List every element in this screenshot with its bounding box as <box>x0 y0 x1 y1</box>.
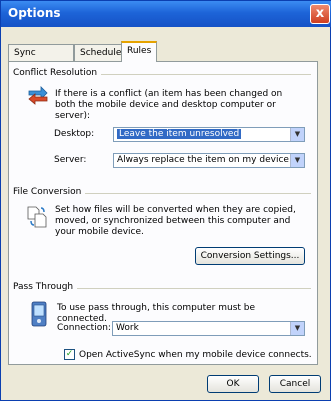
mobile-device-icon <box>31 301 47 327</box>
chevron-down-icon[interactable]: ▼ <box>290 322 304 335</box>
connection-value: Work <box>116 323 139 333</box>
conversion-description: Set how files will be converted when the… <box>55 205 296 237</box>
window-title: Options <box>8 6 61 20</box>
desktop-resolution-select[interactable]: Leave the item unresolved ▼ <box>113 127 305 142</box>
connection-label: Connection: <box>57 323 111 333</box>
chevron-down-icon[interactable]: ▼ <box>290 128 304 141</box>
conversion-settings-button[interactable]: Conversion Settings... <box>195 247 305 265</box>
close-button[interactable]: x <box>310 4 330 24</box>
file-conversion-icon <box>27 206 47 228</box>
desktop-resolution-value: Leave the item unresolved <box>117 129 242 139</box>
divider <box>75 193 311 194</box>
conflict-group-label: Conflict Resolution <box>13 68 102 78</box>
server-resolution-select[interactable]: Always replace the item on my device ▼ <box>113 153 305 168</box>
rules-panel: Conflict Resolution If there is a confli… <box>8 61 318 365</box>
ok-button[interactable]: OK <box>207 375 259 393</box>
conversion-group-label: File Conversion <box>13 187 86 197</box>
conflict-description: If there is a conflict (an item has been… <box>55 89 283 121</box>
server-label: Server: <box>54 155 87 165</box>
conflict-arrows-icon <box>28 86 48 105</box>
divider <box>87 74 311 75</box>
cancel-button[interactable]: Cancel <box>269 375 321 393</box>
title-bar[interactable]: Options x <box>1 1 331 27</box>
options-dialog: Options x Sync Options Schedule Rules Co… <box>0 0 331 401</box>
tab-schedule[interactable]: Schedule <box>74 44 122 61</box>
desktop-label: Desktop: <box>54 129 95 139</box>
connection-select[interactable]: Work ▼ <box>112 321 305 336</box>
tab-sync-options[interactable]: Sync Options <box>8 44 74 75</box>
server-resolution-value: Always replace the item on my device <box>117 155 289 165</box>
divider <box>67 288 311 289</box>
open-activesync-checkbox[interactable]: ✓ <box>64 349 75 360</box>
passthrough-group-label: Pass Through <box>13 282 78 292</box>
chevron-down-icon[interactable]: ▼ <box>290 154 304 167</box>
tab-rules[interactable]: Rules <box>121 41 157 62</box>
open-activesync-label[interactable]: Open ActiveSync when my mobile device co… <box>79 350 312 360</box>
